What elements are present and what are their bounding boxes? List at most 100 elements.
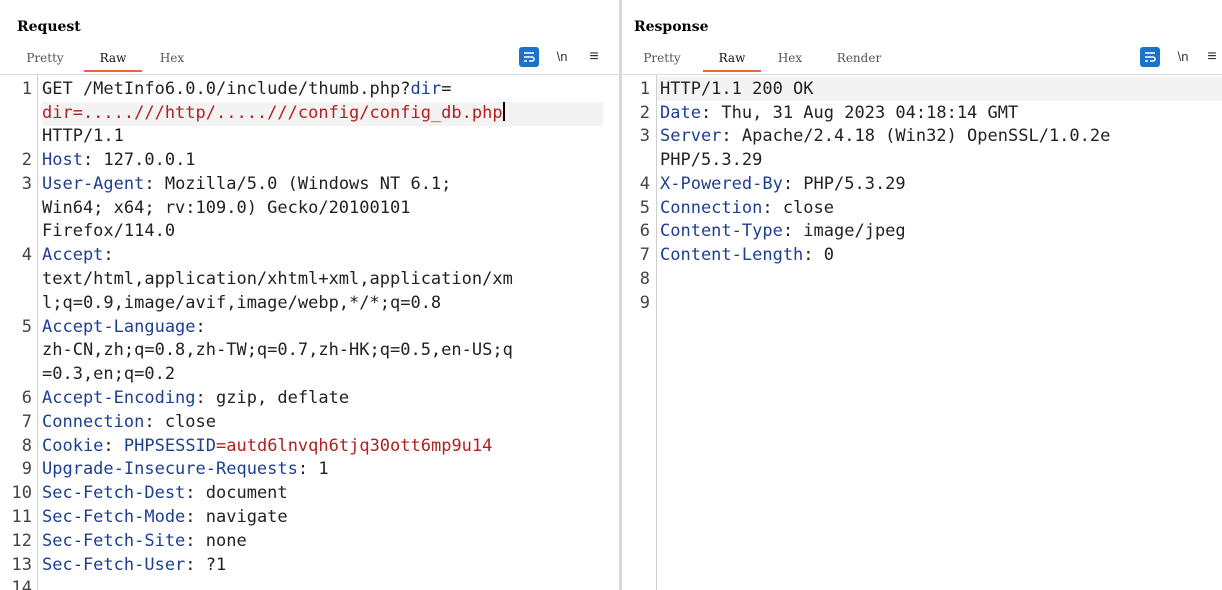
line-number: 11	[11, 507, 32, 527]
menu-icon[interactable]: ≡	[1205, 47, 1219, 67]
header-key: Server	[660, 126, 722, 146]
request-line-1-wrap: dir=.....///http/.....///config/config_d…	[42, 102, 603, 126]
line-number: 9	[21, 459, 32, 479]
line-number: 6	[21, 388, 32, 408]
request-line-11: Sec-Fetch-Mode: navigate	[42, 506, 288, 530]
response-title: Response	[634, 19, 709, 35]
header-key: X-Powered-By	[660, 174, 783, 194]
line-number: 5	[21, 317, 32, 337]
request-title: Request	[17, 19, 81, 35]
request-line-12: Sec-Fetch-Site: none	[42, 530, 247, 554]
request-line-10: Sec-Fetch-Dest: document	[42, 482, 288, 506]
response-line-4: X-Powered-By: PHP/5.3.29	[660, 173, 906, 197]
request-line-4-wrap2: l;q=0.9,image/avif,image/webp,*/*;q=0.8	[42, 293, 442, 313]
line-number: 6	[639, 221, 650, 241]
line-number: 4	[639, 174, 650, 194]
request-line-5-wrap2: =0.3,en;q=0.2	[42, 364, 176, 384]
request-line-2: Host: 127.0.0.1	[42, 149, 196, 173]
request-line-3-wrap2: Firefox/114.0	[42, 221, 176, 241]
line-number: 4	[21, 245, 32, 265]
cookie-value: autd6lnvqh6tjq30ott6mp9u14	[226, 436, 493, 456]
newline-toggle-icon[interactable]: \n	[553, 47, 571, 67]
response-status-line: HTTP/1.1 200 OK	[660, 79, 814, 99]
query-param-value: dir=.....///http/.....///config/config_d…	[42, 103, 503, 123]
line-number: 5	[639, 198, 650, 218]
newline-toggle-icon[interactable]: \n	[1174, 47, 1192, 67]
response-line-3-wrap: PHP/5.3.29	[660, 150, 763, 170]
request-line-4: Accept:	[42, 244, 114, 268]
header-key: Connection	[42, 412, 145, 432]
header-value: : close	[762, 198, 835, 218]
line-number: 3	[639, 126, 650, 146]
line-number: 9	[639, 293, 650, 313]
header-value: : navigate	[185, 507, 288, 527]
request-line-1-wrap2: HTTP/1.1	[42, 126, 124, 146]
request-line-7: Connection: close	[42, 411, 216, 435]
response-line-6: Content-Type: image/jpeg	[660, 220, 906, 244]
request-panel: Request Pretty Raw Hex \n ≡ 1 2 3 4 5 6 …	[0, 0, 619, 590]
header-value: : document	[185, 483, 288, 503]
request-method-path: GET /MetInfo6.0.0/include/thumb.php?	[42, 79, 411, 99]
line-number: 7	[639, 245, 650, 265]
text-caret	[502, 102, 505, 121]
header-value: : 127.0.0.1	[82, 150, 196, 170]
line-number: 7	[21, 412, 32, 432]
request-editor[interactable]: 1 2 3 4 5 6 7 8 9 10 11 12 13 14 GET /Me…	[0, 74, 619, 590]
line-number: 1	[21, 79, 32, 99]
header-key: Accept-Language	[42, 317, 196, 337]
equals-sign: =	[441, 79, 452, 99]
request-line-8: Cookie: PHPSESSID=autd6lnvqh6tjq30ott6mp…	[42, 435, 492, 459]
wrap-lines-icon[interactable]	[1140, 47, 1160, 67]
header-key: Content-Length	[660, 245, 804, 265]
header-key: Sec-Fetch-Dest	[42, 483, 186, 503]
line-number: 2	[639, 103, 650, 123]
line-number: 2	[21, 150, 32, 170]
cookie-name: PHPSESSID	[123, 436, 217, 456]
header-key: Connection	[660, 198, 763, 218]
header-key: Accept	[42, 245, 104, 265]
header-value: : ?1	[185, 555, 227, 575]
tab-pretty[interactable]: Pretty	[16, 48, 74, 70]
tab-hex[interactable]: Hex	[143, 48, 201, 70]
response-line-5: Connection: close	[660, 197, 834, 221]
header-key: Date	[660, 103, 701, 123]
header-value: :	[103, 245, 114, 265]
line-number: 12	[11, 531, 32, 551]
line-number: 10	[11, 483, 32, 503]
request-tabs: Pretty Raw Hex	[0, 48, 300, 72]
query-param-name: dir	[410, 79, 442, 99]
response-panel: Response Pretty Raw Hex Render \n ≡ 1 2 …	[622, 0, 1222, 590]
request-line-3: User-Agent: Mozilla/5.0 (Windows NT 6.1;	[42, 173, 451, 197]
header-key: Sec-Fetch-User	[42, 555, 186, 575]
tab-raw[interactable]: Raw	[703, 48, 761, 72]
tab-pretty[interactable]: Pretty	[633, 48, 691, 70]
request-line-4-wrap: text/html,application/xhtml+xml,applicat…	[42, 269, 513, 289]
line-gutter	[622, 75, 657, 590]
header-value: : image/jpeg	[782, 221, 906, 241]
header-key: Accept-Encoding	[42, 388, 196, 408]
response-line-3: Server: Apache/2.4.18 (Win32) OpenSSL/1.…	[660, 125, 1110, 149]
response-editor[interactable]: 1 2 3 4 5 6 7 8 9 HTTP/1.1 200 OK Date: …	[622, 74, 1222, 590]
request-line-6: Accept-Encoding: gzip, deflate	[42, 387, 349, 411]
header-value: : none	[185, 531, 247, 551]
header-value: : 1	[297, 459, 329, 479]
response-tabs: Pretty Raw Hex Render	[622, 48, 942, 72]
header-value: : Mozilla/5.0 (Windows NT 6.1;	[144, 174, 452, 194]
tab-raw[interactable]: Raw	[84, 48, 142, 72]
header-value: : Thu, 31 Aug 2023 04:18:14 GMT	[700, 103, 1019, 123]
header-value: :	[195, 317, 206, 337]
header-key: Upgrade-Insecure-Requests	[42, 459, 298, 479]
request-line-5-wrap: zh-CN,zh;q=0.8,zh-TW;q=0.7,zh-HK;q=0.5,e…	[42, 340, 513, 360]
tab-render[interactable]: Render	[828, 48, 890, 70]
request-line-3-wrap: Win64; x64; rv:109.0) Gecko/20100101	[42, 198, 411, 218]
header-value: : gzip, deflate	[195, 388, 350, 408]
line-number: 8	[639, 269, 650, 289]
line-number: 14	[11, 578, 32, 590]
header-separator: :	[103, 436, 124, 456]
wrap-lines-icon[interactable]	[519, 47, 539, 67]
request-line-1: GET /MetInfo6.0.0/include/thumb.php?dir=	[42, 78, 451, 102]
line-number: 1	[639, 79, 650, 99]
tab-hex[interactable]: Hex	[761, 48, 819, 70]
header-key: Cookie	[42, 436, 104, 456]
menu-icon[interactable]: ≡	[585, 47, 603, 67]
